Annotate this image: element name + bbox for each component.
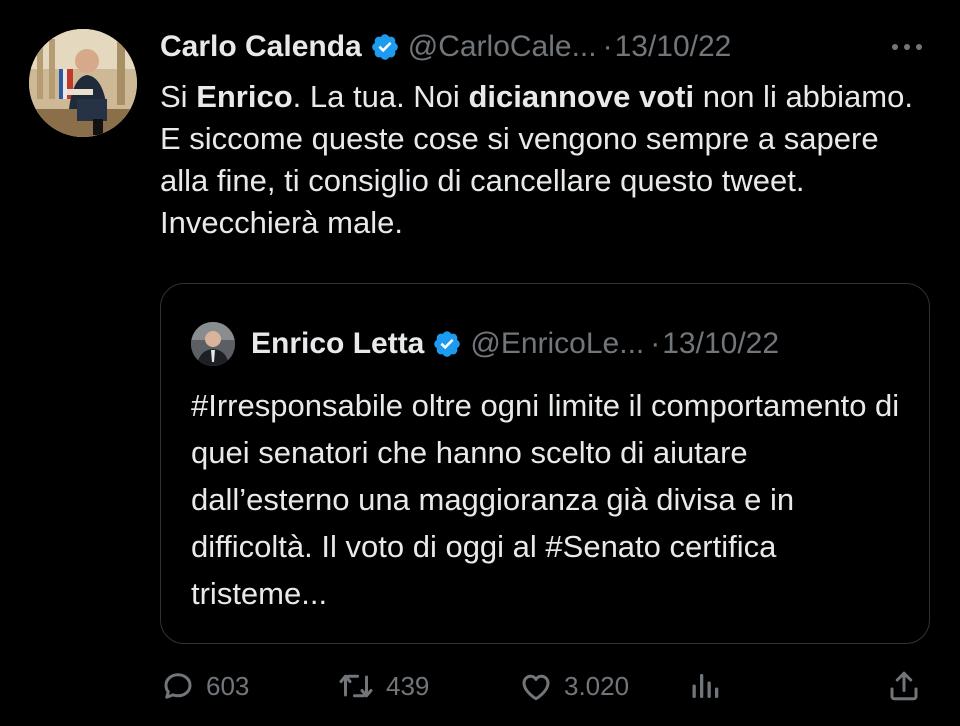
quoted-tweet[interactable]: Enrico Letta @EnricoLe... · 13/10/22 #Ir… [160,283,930,644]
share-button[interactable] [886,664,922,708]
views-icon [688,668,724,704]
like-count: 3.020 [564,670,630,701]
quoted-tweet-date: 13/10/22 [662,327,780,360]
tweet: Carlo Calenda @CarloCale... · 13/10/22 S… [0,0,960,726]
tweet-text-segment: . La tua. Noi [292,79,469,114]
author-handle[interactable]: @CarloCale... [408,27,597,67]
like-button[interactable]: 3.020 [518,664,629,708]
tweet-text-bold: diciannove voti [468,79,695,114]
tweet-date[interactable]: 13/10/22 [615,27,732,67]
retweet-icon [336,668,376,704]
views-button[interactable] [688,664,724,708]
quoted-tweet-text: #Irresponsabile oltre ogni limite il com… [191,388,900,611]
heart-icon [518,668,554,704]
quoted-author-name: Enrico Letta [251,327,425,360]
quoted-tweet-header: Enrico Letta @EnricoLe... · 13/10/22 [251,324,779,364]
author-avatar[interactable] [29,29,137,137]
header-separator: · [602,30,613,63]
reply-button[interactable]: 603 [160,664,249,708]
quoted-verified-badge-icon [432,329,462,359]
share-icon [886,668,922,704]
quoted-header-separator: · [650,327,661,360]
verified-badge-icon [370,32,400,62]
tweet-header: Carlo Calenda @CarloCale... · 13/10/22 [160,27,731,67]
reply-icon [160,668,196,704]
quoted-author-handle: @EnricoLe... [470,327,645,360]
tweet-actions: 603 439 3.020 [160,664,930,708]
more-icon[interactable] [886,30,930,64]
tweet-text-segment: Si [160,79,197,114]
tweet-text: Si Enrico. La tua. Noi diciannove voti n… [160,76,920,244]
tweet-text-bold: Enrico [196,79,293,114]
quoted-author-avatar [191,322,235,366]
retweet-count: 439 [386,670,430,701]
retweet-button[interactable]: 439 [336,664,429,708]
reply-count: 603 [206,670,250,701]
author-name[interactable]: Carlo Calenda [160,27,362,67]
